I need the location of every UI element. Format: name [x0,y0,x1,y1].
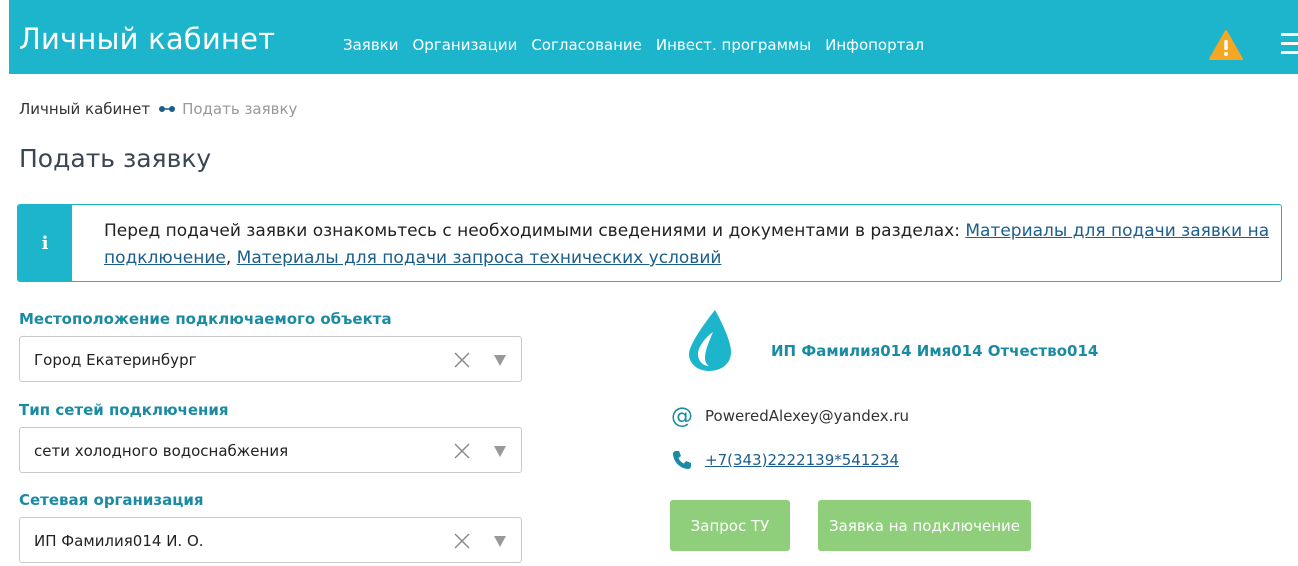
page: Личный кабинет Заявки Организации Соглас… [9,0,1298,566]
network-type-label: Тип сетей подключения [19,401,229,419]
location-select-value: Город Екатеринбург [34,351,197,369]
at-icon: @ [671,403,693,429]
org-email: @ PoweredAlexey@yandex.ru [671,403,910,429]
request-tu-button[interactable]: Запрос ТУ [670,500,790,551]
main-nav: Заявки Организации Согласование Инвест. … [343,36,924,54]
clear-icon[interactable] [451,530,473,552]
alert-separator: , [225,248,237,268]
dropdown-arrow-icon[interactable] [493,534,507,548]
info-icon: i [18,205,72,281]
org-select-value: ИП Фамилия014 И. О. [34,532,204,550]
nav-item-infoportal[interactable]: Инфопортал [825,36,924,54]
brand-title[interactable]: Личный кабинет [19,22,275,56]
org-phone: +7(343)2222139*541234 [671,449,899,471]
nav-item-approval[interactable]: Согласование [531,36,642,54]
dropdown-arrow-icon[interactable] [493,353,507,367]
breadcrumb-separator-icon [158,105,176,113]
org-label: Сетевая организация [19,491,204,509]
materials-tech-conditions-link[interactable]: Материалы для подачи запроса технических… [237,248,722,268]
breadcrumb-home-link[interactable]: Личный кабинет [19,100,150,118]
network-type-select[interactable]: сети холодного водоснабжения [19,427,522,473]
warning-icon[interactable] [1209,30,1243,60]
info-alert: i Перед подачей заявки ознакомьтесь с не… [17,204,1282,282]
top-navbar: Личный кабинет Заявки Организации Соглас… [9,0,1298,74]
network-type-select-value: сети холодного водоснабжения [34,442,289,460]
clear-icon[interactable] [451,349,473,371]
nav-item-invest-programs[interactable]: Инвест. программы [656,36,811,54]
phone-icon [671,449,693,471]
nav-item-requests[interactable]: Заявки [343,36,398,54]
alert-text: Перед подачей заявки ознакомьтесь с необ… [72,205,1272,281]
org-select[interactable]: ИП Фамилия014 И. О. [19,517,522,563]
org-phone-link[interactable]: +7(343)2222139*541234 [705,451,899,469]
dropdown-arrow-icon[interactable] [493,444,507,458]
page-title: Подать заявку [19,144,212,173]
location-select[interactable]: Город Екатеринбург [19,336,522,382]
location-label: Местоположение подключаемого объекта [19,310,392,328]
org-email-text: PoweredAlexey@yandex.ru [705,407,910,425]
menu-icon[interactable] [1281,33,1298,55]
nav-item-organizations[interactable]: Организации [412,36,517,54]
clear-icon[interactable] [451,440,473,462]
connection-request-button[interactable]: Заявка на подключение [818,500,1031,551]
breadcrumb: Личный кабинет Подать заявку [19,100,297,118]
alert-message: Перед подачей заявки ознакомьтесь с необ… [104,221,966,241]
water-drop-icon [689,310,731,371]
org-name: ИП Фамилия014 Имя014 Отчество014 [771,342,1099,360]
breadcrumb-current: Подать заявку [182,100,298,118]
